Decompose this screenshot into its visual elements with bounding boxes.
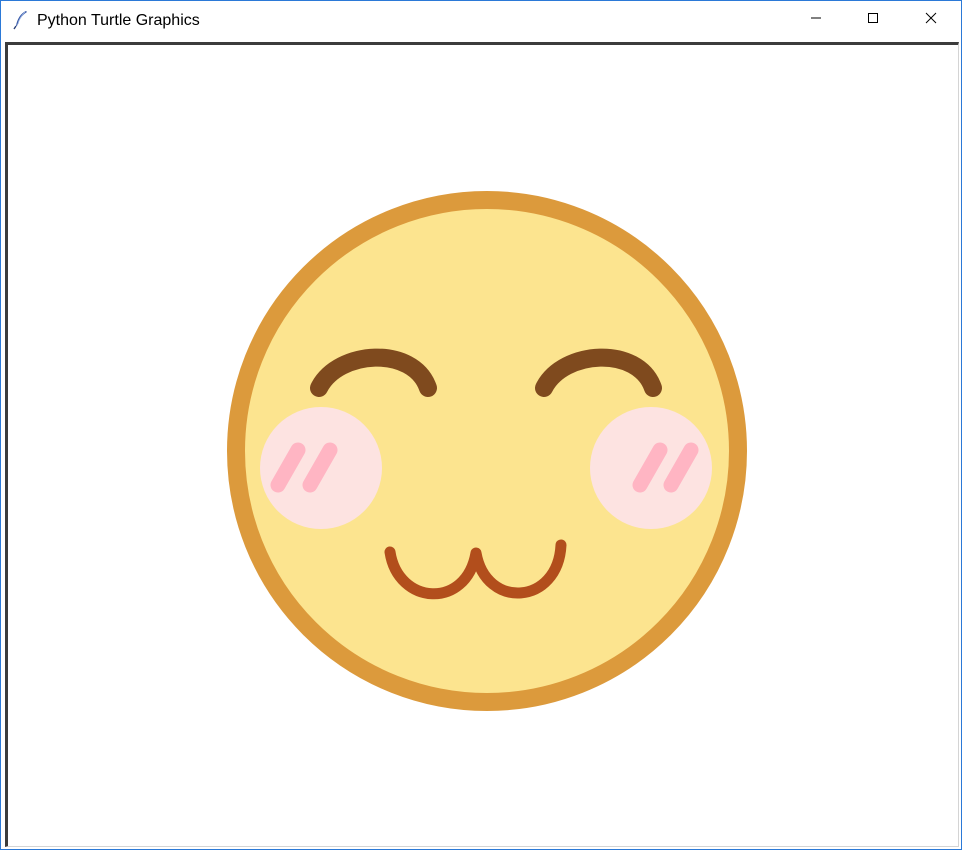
turtle-canvas[interactable] bbox=[5, 42, 959, 847]
maximize-button[interactable] bbox=[844, 1, 902, 39]
window-title: Python Turtle Graphics bbox=[37, 12, 200, 29]
drawing-surface bbox=[227, 191, 747, 711]
close-icon bbox=[925, 11, 937, 29]
minimize-button[interactable] bbox=[787, 1, 845, 39]
maximize-icon bbox=[867, 11, 879, 29]
minimize-icon bbox=[810, 11, 822, 29]
close-button[interactable] bbox=[902, 1, 960, 39]
turtle-window: Python Turtle Graphics bbox=[0, 0, 962, 850]
title-bar[interactable]: Python Turtle Graphics bbox=[1, 1, 961, 39]
feather-icon bbox=[12, 10, 30, 30]
